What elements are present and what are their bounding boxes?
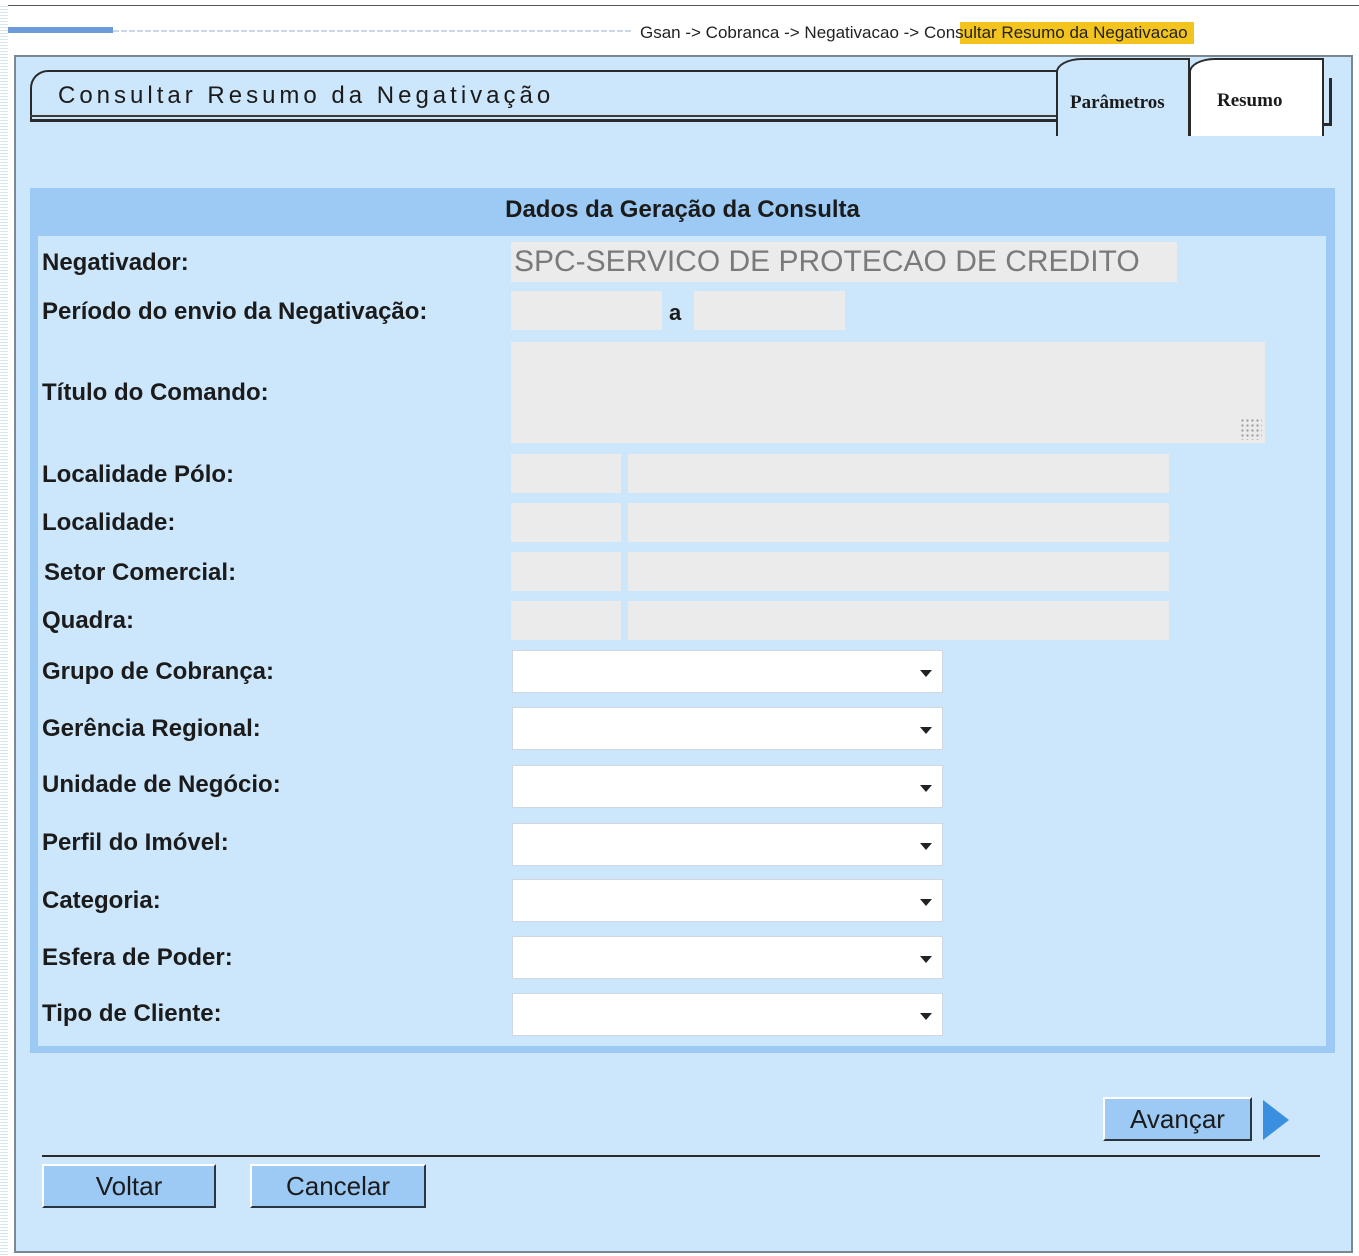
localidade-code-field	[511, 503, 621, 542]
breadcrumb-current: -> Consultar Resumo da Negativacao	[898, 23, 1188, 42]
esfera-poder-label: Esfera de Poder:	[42, 944, 233, 971]
grupo-cobranca-select[interactable]	[512, 650, 943, 693]
tab-parametros-label: Parâmetros	[1070, 92, 1165, 113]
periodo-inicio-field	[511, 291, 662, 330]
chevron-down-icon	[920, 899, 932, 906]
resize-grip-icon[interactable]	[1240, 418, 1262, 440]
avancar-button[interactable]: Avançar	[1103, 1097, 1252, 1141]
tab-resumo[interactable]: Resumo	[1189, 58, 1324, 136]
voltar-button[interactable]: Voltar	[42, 1164, 216, 1208]
header-accent-bar	[8, 27, 113, 33]
titulo-label: Título do Comando:	[42, 379, 269, 406]
periodo-label: Período do envio da Negativação:	[42, 298, 428, 325]
periodo-fim-field	[694, 291, 845, 330]
localidade-polo-code-field	[511, 454, 621, 493]
top-divider	[8, 5, 1359, 6]
negativador-field: SPC-SERVICO DE PROTECAO DE CREDITO	[511, 242, 1177, 282]
chevron-down-icon	[920, 843, 932, 850]
bottom-divider	[42, 1155, 1320, 1157]
header-decoration-line	[113, 30, 633, 32]
categoria-label: Categoria:	[42, 887, 161, 914]
tipo-cliente-label: Tipo de Cliente:	[42, 1000, 222, 1027]
chevron-down-icon	[920, 1013, 932, 1020]
quadra-name-field	[628, 601, 1169, 640]
cancelar-button[interactable]: Cancelar	[250, 1164, 426, 1208]
esfera-poder-select[interactable]	[512, 936, 943, 979]
categoria-select[interactable]	[512, 879, 943, 922]
left-decoration	[0, 6, 8, 1256]
page-title: Consultar Resumo da Negativação	[58, 82, 555, 109]
chevron-down-icon	[920, 670, 932, 677]
play-arrow-icon[interactable]	[1263, 1100, 1289, 1140]
breadcrumb: Gsan -> Cobranca -> Negativacao -> Consu…	[640, 22, 1194, 44]
setor-comercial-label: Setor Comercial:	[44, 559, 237, 586]
chevron-down-icon	[920, 785, 932, 792]
tipo-cliente-select[interactable]	[512, 993, 943, 1036]
perfil-imovel-select[interactable]	[512, 823, 943, 866]
perfil-imovel-label: Perfil do Imóvel:	[42, 829, 229, 856]
setor-comercial-name-field	[628, 552, 1169, 591]
periodo-separator: a	[669, 300, 682, 325]
tab-parametros[interactable]: Parâmetros	[1056, 58, 1190, 136]
grupo-cobranca-label: Grupo de Cobrança:	[42, 658, 275, 685]
localidade-polo-label: Localidade Pólo:	[42, 461, 235, 488]
chevron-down-icon	[920, 956, 932, 963]
gerencia-regional-label: Gerência Regional:	[42, 715, 261, 742]
chevron-down-icon	[920, 727, 932, 734]
localidade-label: Localidade:	[42, 509, 176, 536]
quadra-code-field	[511, 601, 621, 640]
gerencia-regional-select[interactable]	[512, 707, 943, 750]
localidade-name-field	[628, 503, 1169, 542]
localidade-polo-name-field	[628, 454, 1169, 493]
titulo-textarea	[511, 342, 1265, 443]
unidade-negocio-select[interactable]	[512, 765, 943, 808]
breadcrumb-path: Gsan -> Cobranca -> Negativacao	[640, 23, 899, 42]
form-header: Dados da Geração da Consulta	[505, 196, 860, 223]
setor-comercial-code-field	[511, 552, 621, 591]
title-bar-underline	[30, 115, 1130, 117]
tab-edge-decoration	[1322, 78, 1332, 126]
unidade-negocio-label: Unidade de Negócio:	[42, 771, 281, 798]
quadra-label: Quadra:	[42, 607, 135, 634]
negativador-label: Negativador:	[42, 249, 189, 276]
tab-resumo-label: Resumo	[1217, 90, 1283, 111]
